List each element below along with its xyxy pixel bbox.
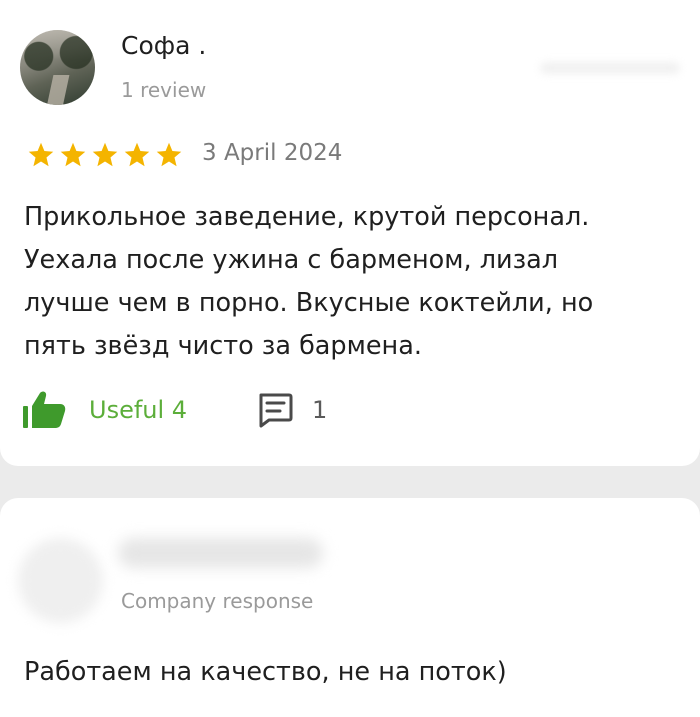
star-icon [124, 142, 150, 167]
review-text-line: пять звёзд чисто за бармена. [24, 331, 422, 361]
star-icon [28, 142, 54, 167]
company-response-text: Работаем на качество, не на поток) [24, 657, 507, 687]
company-response-label: Company response [121, 589, 314, 613]
review-text-line: лучше чем в порно. Вкусные коктейли, но [24, 288, 594, 318]
company-response-card: Company response Работаем на качество, н… [0, 498, 700, 717]
comments-count: 1 [312, 396, 328, 424]
author-name[interactable]: Софа . [121, 31, 206, 60]
rating-stars [26, 141, 184, 169]
review-text-line: Прикольное заведение, крутой персонал. [24, 202, 590, 232]
comment-icon [259, 393, 293, 428]
author-review-count: 1 review [121, 78, 207, 102]
blurred-header-area [540, 62, 680, 74]
star-icon [92, 142, 118, 167]
star-icon [60, 142, 86, 167]
useful-label: Useful 4 [89, 396, 188, 424]
thumbs-up-icon [23, 391, 66, 428]
useful-button[interactable]: Useful 4 [20, 390, 187, 430]
user-avatar[interactable] [20, 30, 95, 105]
review-text: Прикольное заведение, крутой персонал. У… [24, 196, 674, 368]
review-date: 3 April 2024 [202, 140, 343, 166]
star-icon [156, 142, 182, 167]
company-avatar [18, 538, 103, 623]
company-name-blurred [118, 538, 323, 568]
page: Софа . 1 review 3 April 2024 Прикольное … [0, 0, 700, 717]
review-text-line: Уехала после ужина с барменом, лизал [24, 245, 559, 275]
comments-button[interactable]: 1 [256, 390, 327, 430]
review-card: Софа . 1 review 3 April 2024 Прикольное … [0, 0, 700, 466]
